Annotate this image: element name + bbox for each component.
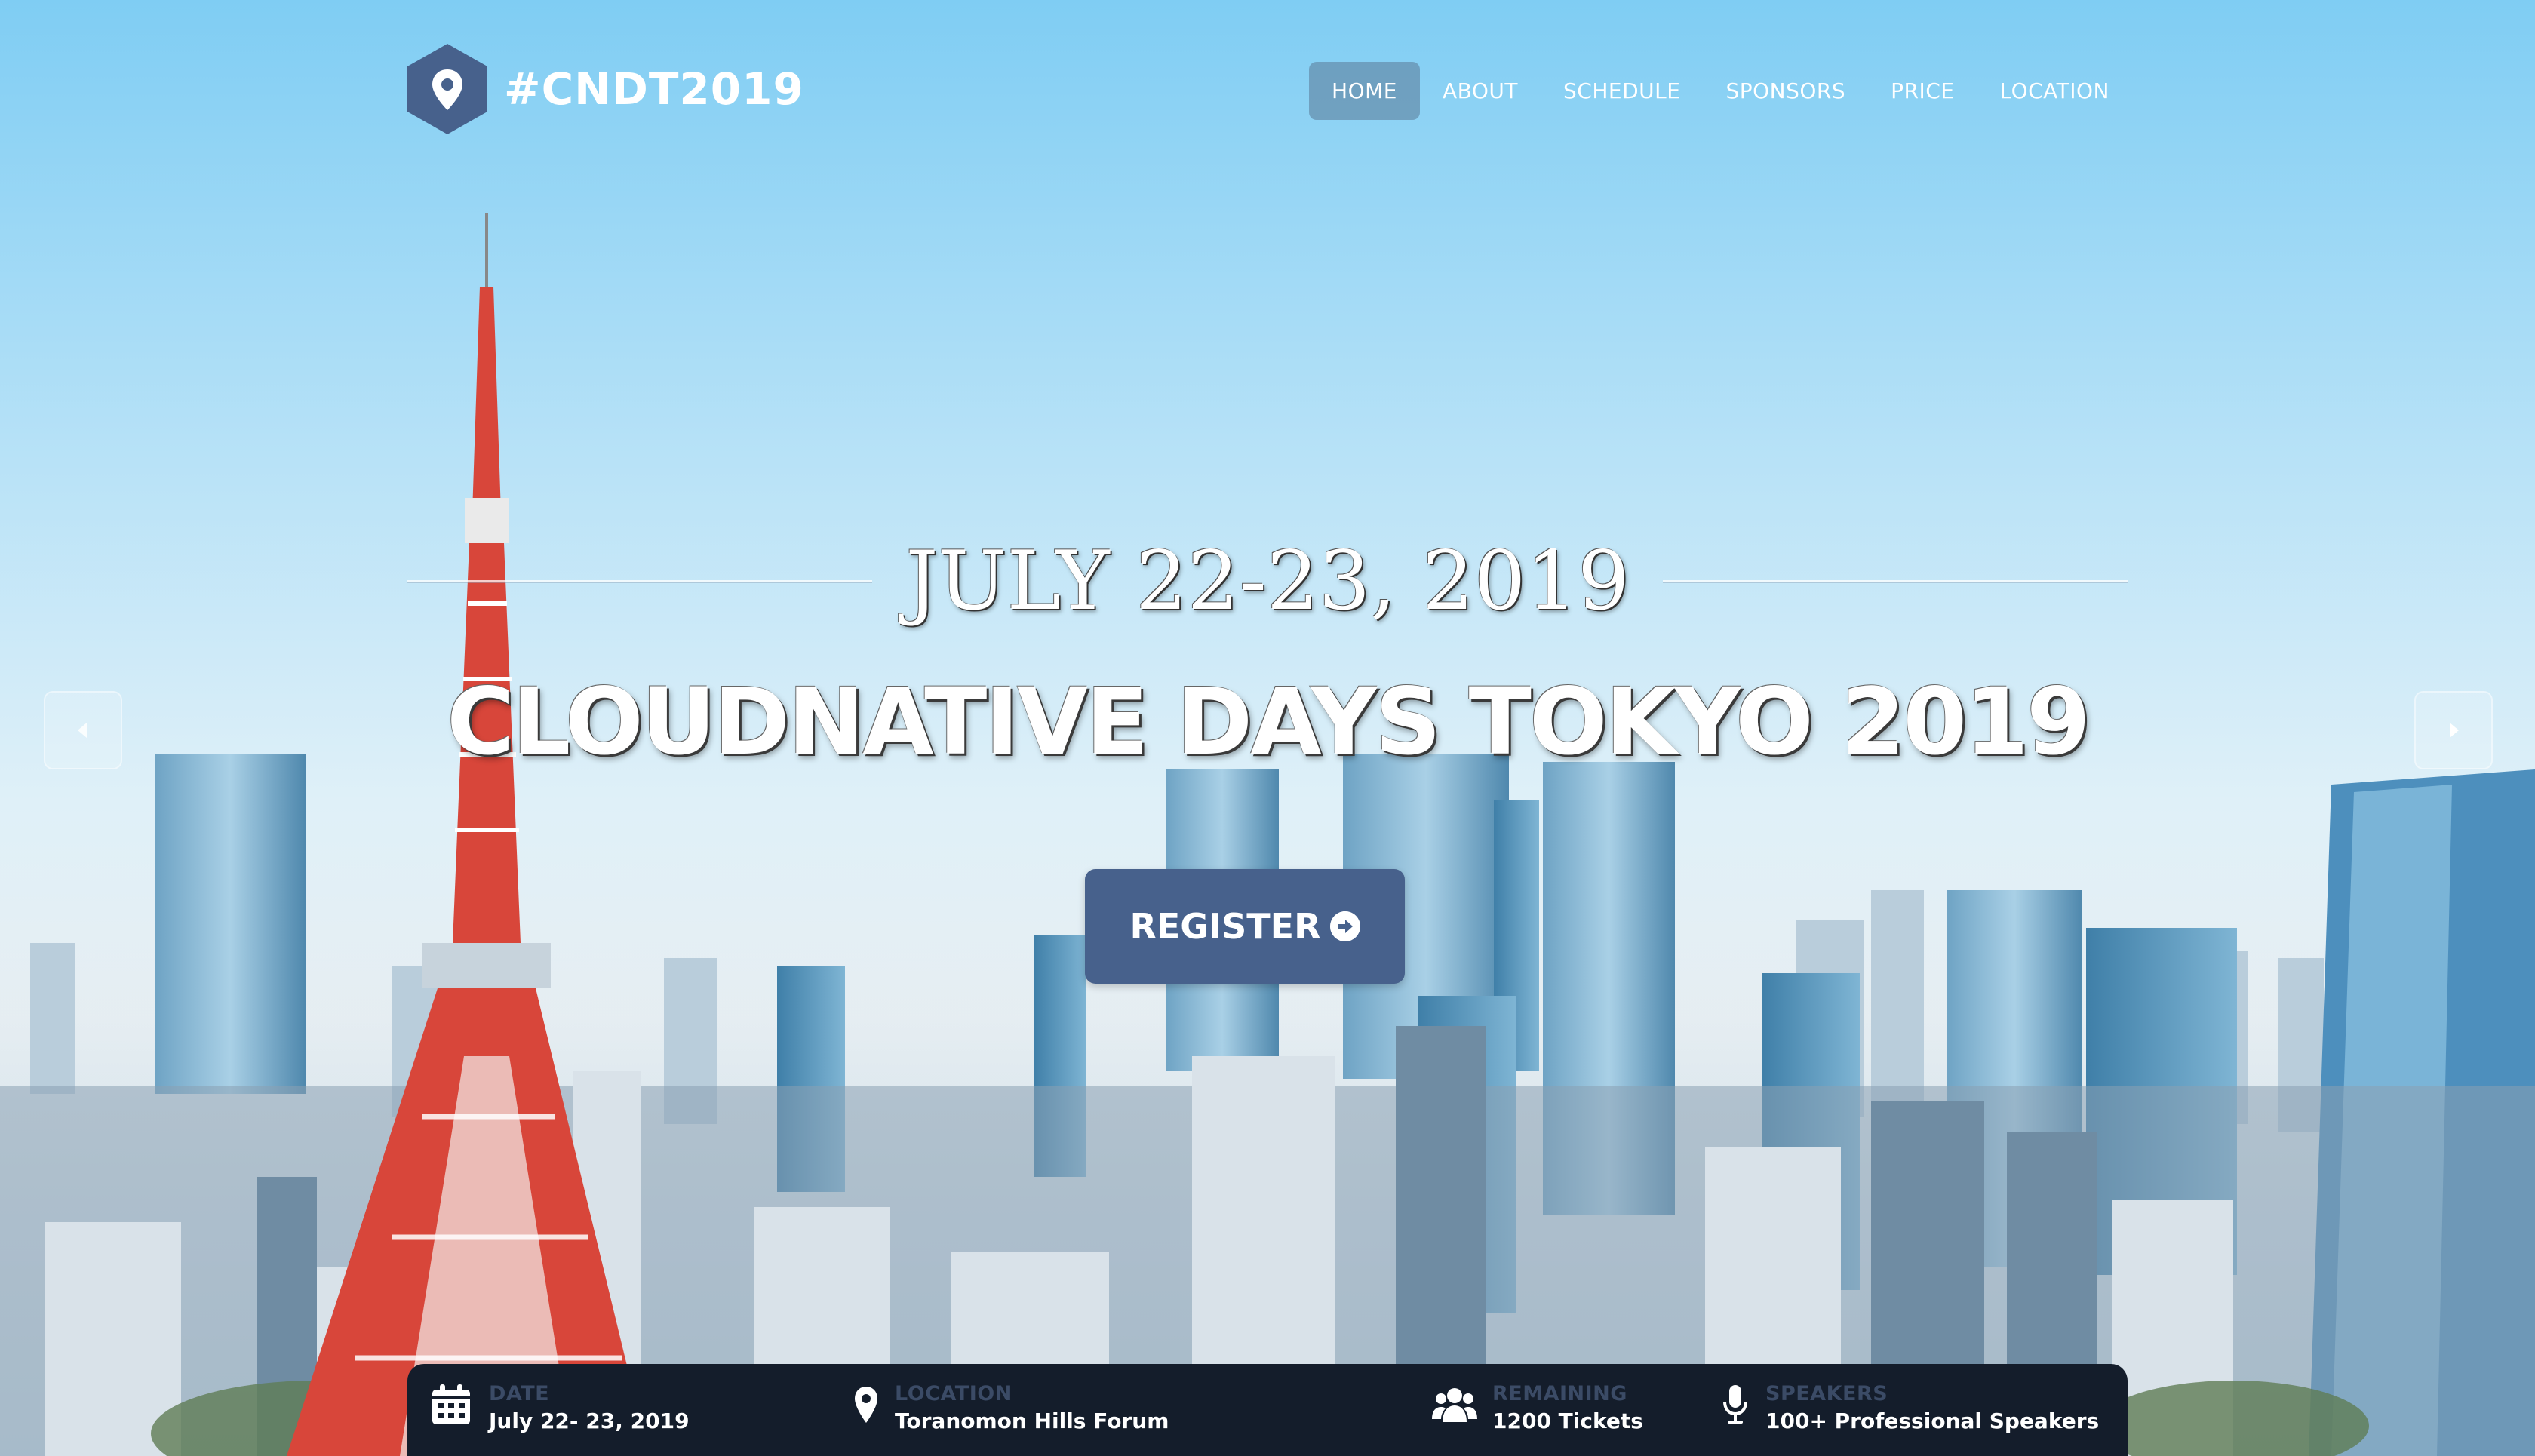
hero-title: CLOUDNATIVE DAYS TOKYO 2019 — [447, 668, 2091, 776]
arrow-circle-right-icon — [1329, 911, 1360, 941]
nav-location[interactable]: LOCATION — [1977, 62, 2132, 120]
nav-about[interactable]: ABOUT — [1420, 62, 1541, 120]
microphone-icon — [1720, 1382, 1750, 1427]
carousel-prev-button[interactable] — [44, 691, 122, 769]
info-speakers: SPEAKERS 100+ Professional Speakers — [1720, 1382, 2099, 1436]
info-remaining-value: 1200 Tickets — [1492, 1408, 1643, 1433]
location-pin-icon — [853, 1382, 880, 1427]
info-date-value: July 22- 23, 2019 — [489, 1408, 690, 1433]
hero-date: JULY 22-23, 2019 — [905, 533, 1630, 628]
info-location-label: LOCATION — [895, 1382, 1012, 1405]
nav-price[interactable]: PRICE — [1868, 62, 1977, 120]
hero-page: #CNDT2019 HOME ABOUT SCHEDULE SPONSORS P… — [0, 0, 2535, 1456]
info-date-label: DATE — [489, 1382, 550, 1405]
site-logo[interactable]: #CNDT2019 — [404, 42, 804, 136]
carousel-next-button[interactable] — [2414, 691, 2493, 769]
info-speakers-value: 100+ Professional Speakers — [1765, 1408, 2100, 1433]
info-remaining-label: REMAINING — [1492, 1382, 1627, 1405]
nav-home[interactable]: HOME — [1309, 62, 1420, 120]
hero-date-row: JULY 22-23, 2019 — [407, 528, 2128, 634]
info-speakers-label: SPEAKERS — [1765, 1382, 1888, 1405]
event-info-bar: DATE July 22- 23, 2019 LOCATION Toranomo… — [407, 1364, 2128, 1456]
info-location-value: Toranomon Hills Forum — [895, 1408, 1169, 1433]
logo-text: #CNDT2019 — [504, 63, 804, 115]
divider-left — [407, 579, 873, 582]
chevron-left-icon — [78, 723, 87, 738]
info-remaining: REMAINING 1200 Tickets — [1432, 1382, 1643, 1436]
info-location: LOCATION Toranomon Hills Forum — [853, 1382, 1169, 1436]
location-pin-icon — [404, 42, 490, 136]
register-label: REGISTER — [1129, 906, 1321, 947]
users-icon — [1432, 1382, 1477, 1427]
main-nav: HOME ABOUT SCHEDULE SPONSORS PRICE LOCAT… — [1309, 62, 2132, 120]
divider-right — [1662, 579, 2128, 582]
info-date: DATE July 22- 23, 2019 — [429, 1382, 690, 1436]
nav-sponsors[interactable]: SPONSORS — [1703, 62, 1868, 120]
nav-schedule[interactable]: SCHEDULE — [1541, 62, 1703, 120]
register-button[interactable]: REGISTER — [1085, 869, 1405, 984]
chevron-right-icon — [2450, 723, 2459, 738]
calendar-icon — [429, 1382, 474, 1427]
